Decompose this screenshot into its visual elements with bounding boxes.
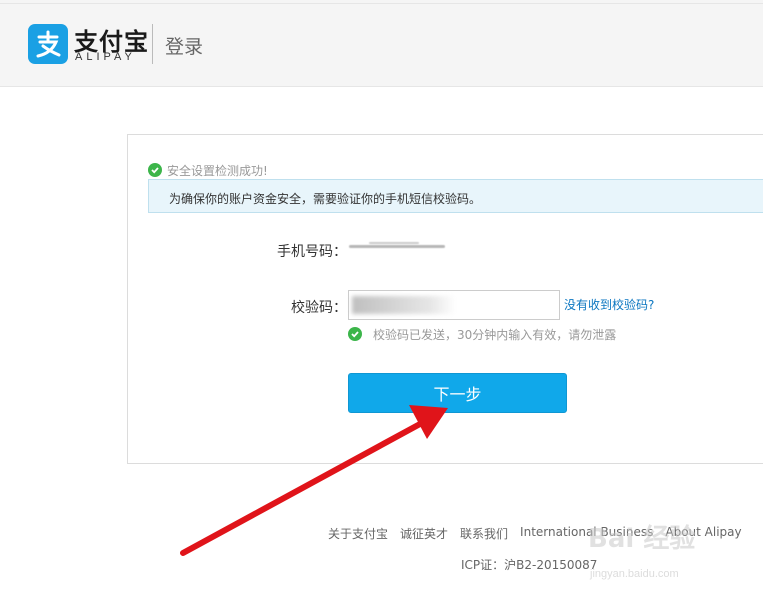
info-banner-text: 为确保你的账户资金安全，需要验证你的手机短信校验码。: [169, 192, 482, 206]
header-top-line: [0, 3, 763, 4]
next-step-button[interactable]: 下一步: [348, 373, 567, 413]
code-sent-hint-text: 校验码已发送，30分钟内输入有效，请勿泄露: [373, 327, 617, 342]
footer-link-about[interactable]: 关于支付宝: [328, 525, 388, 542]
alipay-logo[interactable]: 支付宝 ALIPAY: [28, 22, 152, 66]
security-check-status: 安全设置检测成功!: [148, 162, 268, 178]
success-check-icon: [148, 163, 162, 177]
site-header: 支付宝 ALIPAY 登录: [0, 0, 763, 87]
security-check-text: 安全设置检测成功!: [167, 163, 268, 178]
footer-link-contact[interactable]: 联系我们: [460, 525, 508, 542]
info-banner: 为确保你的账户资金安全，需要验证你的手机短信校验码。: [148, 179, 763, 213]
verification-code-input[interactable]: [348, 290, 560, 320]
baidu-jingyan-watermark: Bai 经验 jingyan.baidu.com: [588, 518, 748, 588]
header-divider: [152, 24, 153, 64]
footer-link-careers[interactable]: 诚征英才: [400, 525, 448, 542]
code-sent-hint: 校验码已发送，30分钟内输入有效，请勿泄露: [348, 326, 616, 342]
hint-check-icon: [348, 327, 362, 341]
phone-number-redacted: [349, 240, 449, 254]
resend-code-link[interactable]: 没有收到校验码?: [564, 296, 654, 313]
page: 支付宝 ALIPAY 登录 安全设置检测成功! 为确保你的账户资金安全，需要验证…: [0, 0, 763, 606]
alipay-zhi-icon: [28, 24, 68, 64]
phone-label: 手机号码：: [277, 244, 347, 260]
code-label: 校验码：: [291, 300, 347, 316]
watermark-site: jingyan.baidu.com: [590, 568, 679, 580]
watermark-brand: Bai 经验: [588, 524, 696, 554]
logo-english-name: ALIPAY: [75, 51, 136, 63]
icp-license: ICP证：沪B2-20150087: [461, 558, 598, 572]
page-title: 登录: [165, 36, 204, 58]
